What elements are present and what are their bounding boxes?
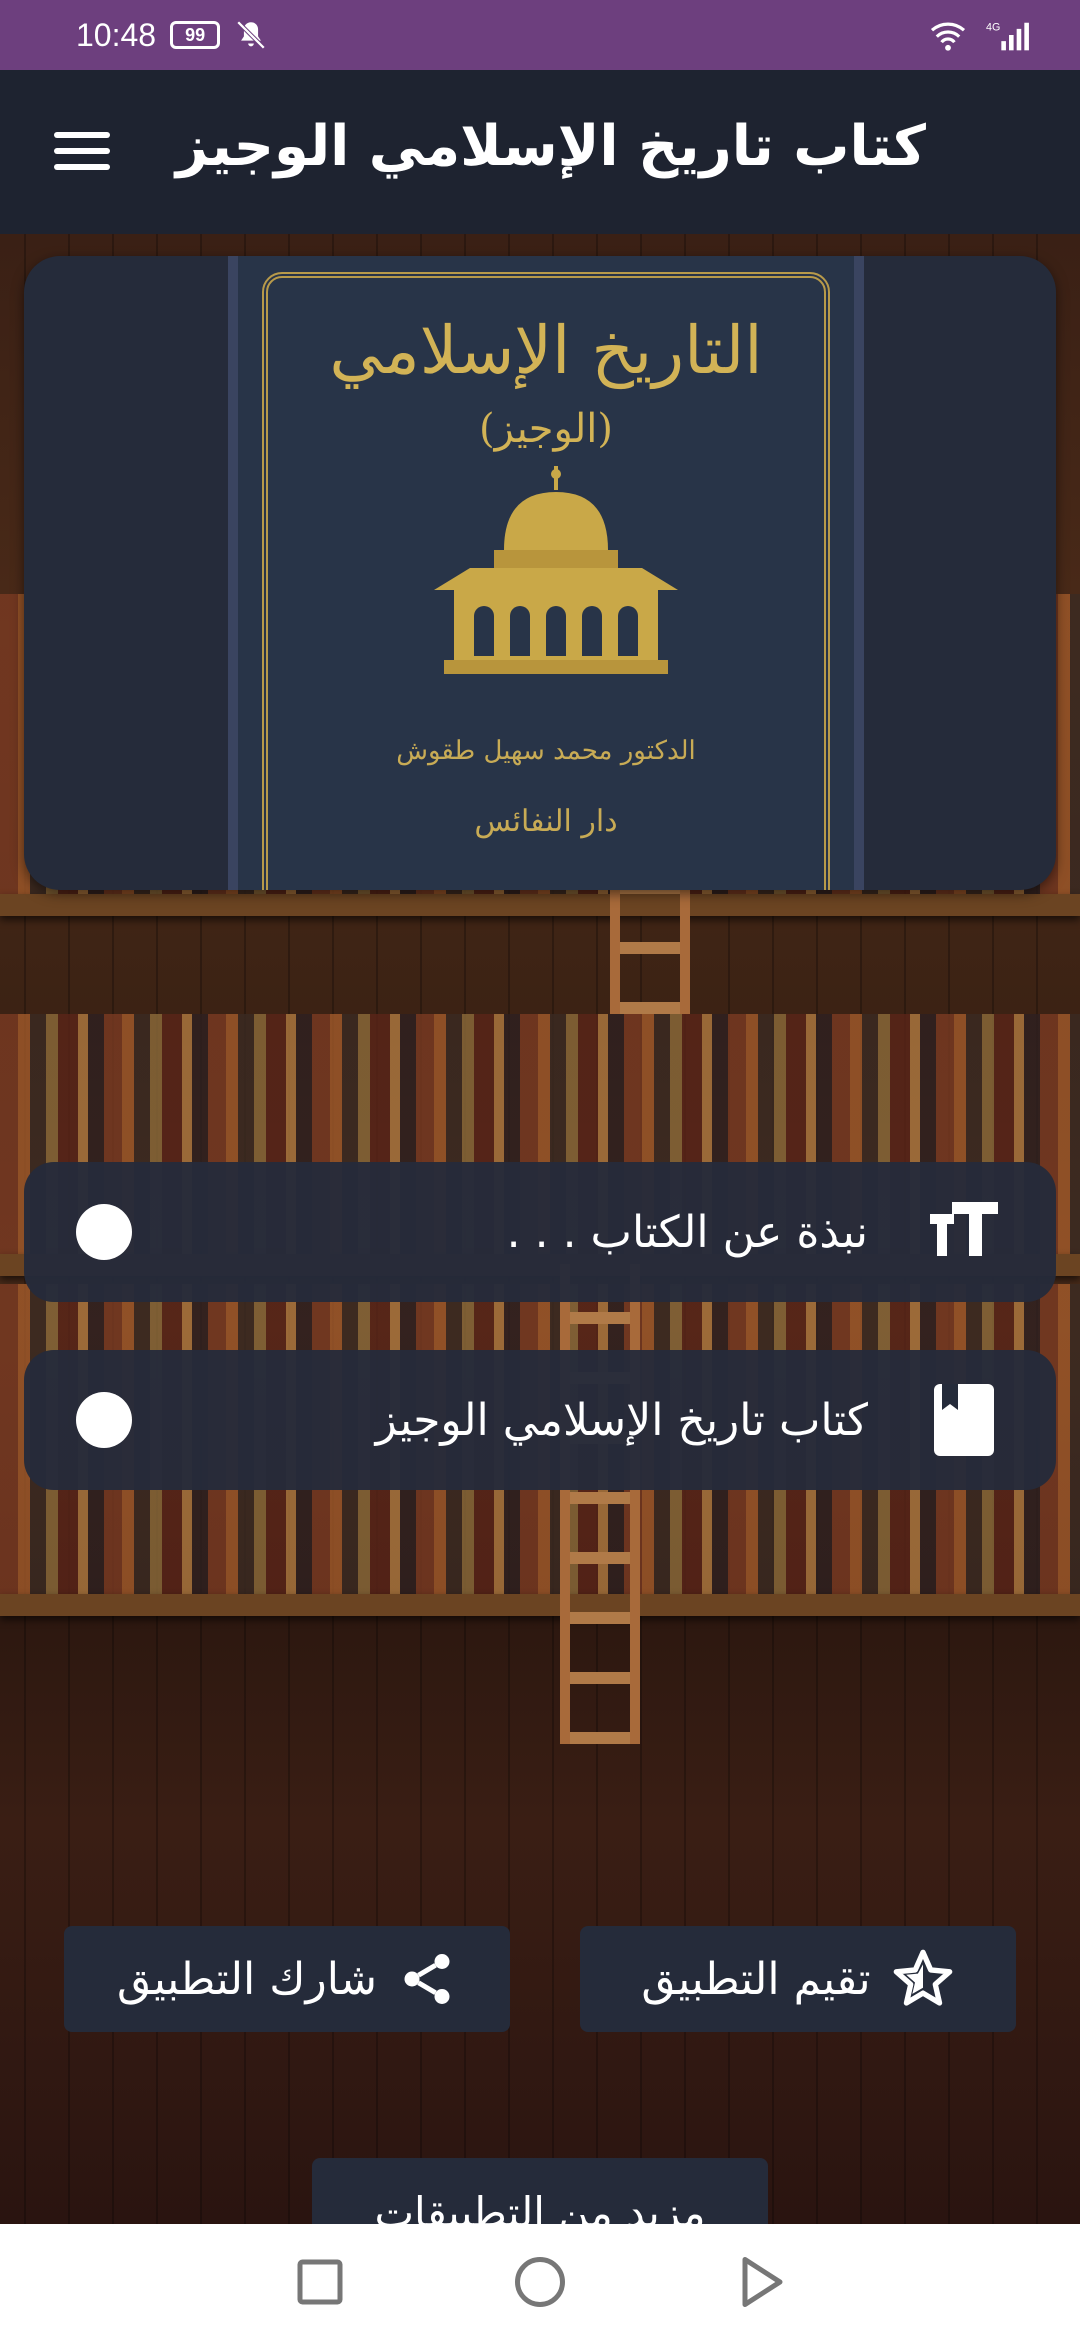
status-time: 10:48 (76, 16, 157, 53)
text-size-icon (930, 1202, 998, 1256)
rate-app-button[interactable]: تقيم التطبيق (580, 1926, 1016, 2032)
recent-apps-icon[interactable] (290, 2252, 350, 2312)
menu-item-label: نبذة عن الكتاب . . . (506, 1206, 868, 1258)
hamburger-menu-icon[interactable] (54, 132, 110, 172)
cover-subtitle: (الوجيز) (478, 406, 614, 452)
battery-level: 99 (185, 24, 206, 45)
cover-publisher: دار النفائس (474, 804, 618, 839)
book-cover-card[interactable]: التاريخ الإسلامي (الوجيز) الدكتور محمد س… (24, 256, 1056, 890)
book-cover: التاريخ الإسلامي (الوجيز) الدكتور محمد س… (228, 256, 864, 890)
menu-item-about-book[interactable]: نبذة عن الكتاب . . . (24, 1162, 1056, 1302)
status-right: 4G (928, 19, 1032, 51)
mute-bell-icon (236, 20, 266, 50)
star-icon (893, 1949, 952, 2006)
book-icon (934, 1384, 994, 1456)
bullet-dot (76, 1204, 132, 1260)
cover-title: التاريخ الإسلامي (329, 312, 763, 389)
wifi-icon (930, 22, 966, 51)
battery-icon: 99 (170, 21, 221, 49)
system-navigation-bar (0, 2224, 1080, 2340)
share-app-label: شارك التطبيق (116, 1953, 378, 2005)
app-title: كتاب تاريخ الإسلامي الوجيز (175, 114, 926, 179)
cover-author: الدكتور محمد سهيل طقوش (396, 736, 696, 766)
ladder (560, 1264, 640, 1744)
bullet-dot (76, 1392, 132, 1448)
cellular-signal-icon: 4G (986, 21, 1029, 51)
back-icon[interactable] (730, 2252, 790, 2312)
share-icon (404, 1954, 450, 2004)
shelf (0, 1594, 1080, 1616)
rate-app-label: تقيم التطبيق (641, 1953, 871, 2005)
menu-item-read-book[interactable]: كتاب تاريخ الإسلامي الوجيز (24, 1350, 1056, 1490)
status-left: 10:48 99 (76, 17, 268, 54)
shelf (0, 894, 1080, 916)
status-bar: 10:48 99 4G (0, 0, 1080, 70)
share-app-button[interactable]: شارك التطبيق (64, 1926, 510, 2032)
app-bar: كتاب تاريخ الإسلامي الوجيز (0, 70, 1080, 234)
home-icon[interactable] (510, 2252, 570, 2312)
dome-of-the-rock-icon (434, 466, 678, 674)
menu-item-label: كتاب تاريخ الإسلامي الوجيز (375, 1394, 868, 1446)
svg-text:4G: 4G (986, 21, 1000, 33)
